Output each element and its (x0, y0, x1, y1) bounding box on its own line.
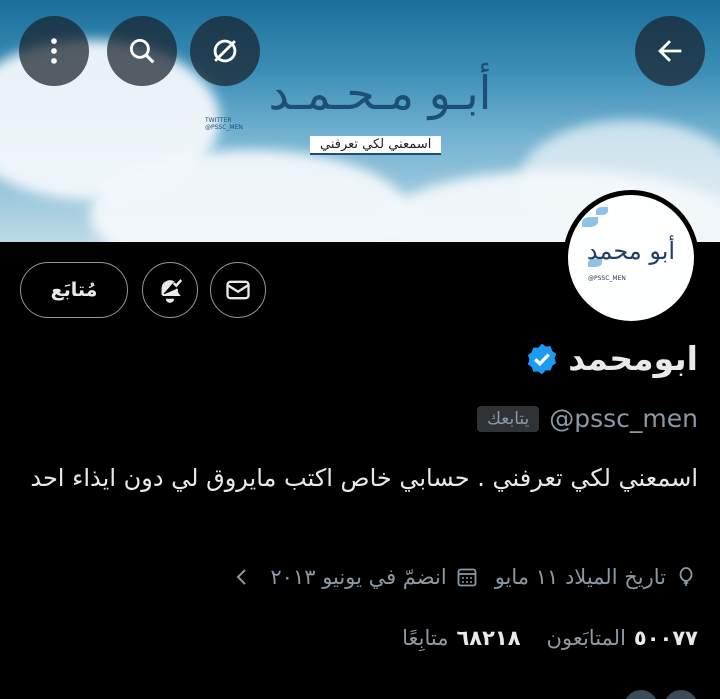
search-button[interactable] (107, 16, 177, 86)
notifications-button[interactable] (142, 262, 198, 318)
bell-check-icon (161, 279, 183, 303)
followers-stat[interactable]: ٦٨٢١٨ متابِعًا (402, 626, 520, 650)
profile-meta: تاريخ الميلاد ١١ مايو انضمّ في يونيو ٢٠١… (230, 565, 698, 589)
followed-by-avatars[interactable] (624, 690, 698, 699)
search-icon (129, 38, 155, 64)
calendar-icon (457, 568, 477, 587)
avatar-image: أبو محمد @PSSC_MEN (568, 195, 694, 321)
birthday-text: تاريخ الميلاد ١١ مايو (494, 565, 666, 589)
arrow-left-icon (658, 40, 682, 62)
bio: اسمعني لكي تعرفني . حسابي خاص اكتب مايرو… (30, 464, 698, 492)
profile-stats: ٥٠٠٧٧ المتابَعون ٦٨٢١٨ متابِعًا (402, 626, 698, 650)
no-lock-icon (213, 39, 237, 63)
name-row: ابومحمد (524, 339, 698, 378)
chevron-left-icon (236, 569, 247, 585)
handle-row: يتابعك @pssc_men (476, 404, 698, 433)
banner-caption: TWITTER @PSSC_MEN (205, 117, 243, 131)
following-count: ٥٠٠٧٧ (633, 626, 698, 650)
banner-twitter-handle: @PSSC_MEN (205, 124, 243, 131)
message-button[interactable] (210, 262, 266, 318)
banner-twitter-label: TWITTER (205, 117, 232, 124)
followers-label: متابِعًا (402, 626, 449, 650)
balloon-icon (679, 567, 693, 586)
verified-badge-icon (524, 341, 560, 377)
handle: @pssc_men (549, 404, 698, 433)
display-name: ابومحمد (568, 339, 698, 378)
avatar-handle: @PSSC_MEN (588, 275, 626, 282)
joined-date: انضمّ في يونيو ٢٠١٣ (270, 565, 478, 589)
banner-title: أبـو مـحـمـد (268, 66, 492, 120)
birthday: تاريخ الميلاد ١١ مايو (495, 565, 698, 589)
avatar[interactable]: أبو محمد @PSSC_MEN (563, 190, 699, 326)
banner-tagline: اسمعني لكي تعرفني (310, 136, 442, 155)
avatar-leaf (582, 217, 598, 227)
following-label: المتابَعون (546, 626, 626, 650)
envelope-icon (226, 280, 250, 300)
joined-text: انضمّ في يونيو ٢٠١٣ (270, 565, 447, 589)
following-stat[interactable]: ٥٠٠٧٧ المتابَعون (547, 626, 698, 650)
mini-avatar (664, 690, 698, 699)
avatar-text: أبو محمد (586, 237, 676, 265)
avatar-leaf (596, 207, 608, 215)
more-vertical-icon (51, 38, 57, 64)
mini-avatar (624, 690, 658, 699)
followers-count: ٦٨٢١٨ (456, 626, 521, 650)
encryption-button[interactable] (190, 16, 260, 86)
following-button[interactable]: مُتابَع (20, 262, 128, 318)
more-options-button[interactable] (19, 16, 89, 86)
follows-you-badge: يتابعك (476, 405, 540, 432)
expand-meta-button[interactable] (230, 565, 254, 589)
back-button[interactable] (635, 16, 705, 86)
